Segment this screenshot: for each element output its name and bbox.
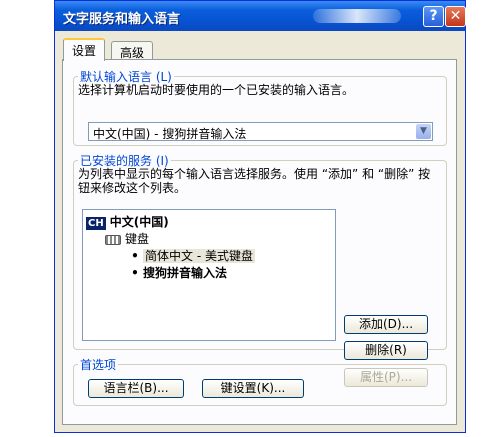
service-item[interactable]: • 搜狗拼音输入法 <box>127 264 227 281</box>
default-language-description: 选择计算机启动时要使用的一个已安装的输入语言。 <box>78 83 355 97</box>
language-bar-button[interactable]: 语言栏(B)... <box>88 379 184 398</box>
installed-services-description: 为列表中显示的每个输入语言选择服务。使用 “添加” 和 “删除” 按钮来修改这个… <box>78 167 431 195</box>
blurred-title-region <box>313 9 401 23</box>
keyboard-category-node[interactable]: 键盘 <box>105 230 149 247</box>
language-node-label: 中文(中国) <box>109 215 169 229</box>
installed-services-group: 已安装的服务 (I) 为列表中显示的每个输入语言选择服务。使用 “添加” 和 “… <box>73 152 447 387</box>
default-language-select[interactable]: 中文(中国) - 搜狗拼音输入法 ▼ <box>88 122 433 141</box>
preferences-label: 首选项 <box>78 356 119 373</box>
window-title: 文字服务和输入语言 <box>63 12 181 27</box>
preferences-group: 首选项 语言栏(B)... 键设置(K)... <box>73 356 447 406</box>
tab-advanced[interactable]: 高级 <box>111 41 154 61</box>
help-button[interactable]: ? <box>423 6 444 27</box>
service-item[interactable]: • 简体中文 - 美式键盘 <box>127 247 255 264</box>
remove-button[interactable]: 删除(R) <box>344 341 428 360</box>
chevron-down-icon[interactable]: ▼ <box>416 124 431 139</box>
settings-tab-page: 默认输入语言 (L) 选择计算机启动时要使用的一个已安装的输入语言。 中文(中国… <box>62 59 457 425</box>
keyboard-icon <box>105 234 121 245</box>
title-bar[interactable]: 文字服务和输入语言 ? ✕ <box>55 1 466 31</box>
close-button[interactable]: ✕ <box>445 6 466 27</box>
keyboard-category-label: 键盘 <box>125 232 150 246</box>
default-language-value: 中文(中国) - 搜狗拼音输入法 <box>93 127 247 141</box>
installed-services-list[interactable]: CH 中文(中国) 键盘 • 简体中文 - 美式键盘 • 搜狗拼音输入法 <box>82 209 336 341</box>
key-settings-button[interactable]: 键设置(K)... <box>202 379 304 398</box>
tab-settings[interactable]: 设置 <box>63 38 106 61</box>
service-item-label: 简体中文 - 美式键盘 <box>143 249 255 263</box>
language-code-badge: CH <box>86 217 106 230</box>
default-language-group: 默认输入语言 (L) 选择计算机启动时要使用的一个已安装的输入语言。 中文(中国… <box>73 68 447 146</box>
language-node[interactable]: CH 中文(中国) <box>86 213 169 230</box>
text-services-dialog: 文字服务和输入语言 ? ✕ 设置 高级 默认输入语言 (L) 选择计算机启动时要… <box>54 0 466 433</box>
service-item-label: 搜狗拼音输入法 <box>143 266 228 280</box>
add-button[interactable]: 添加(D)... <box>344 315 428 334</box>
